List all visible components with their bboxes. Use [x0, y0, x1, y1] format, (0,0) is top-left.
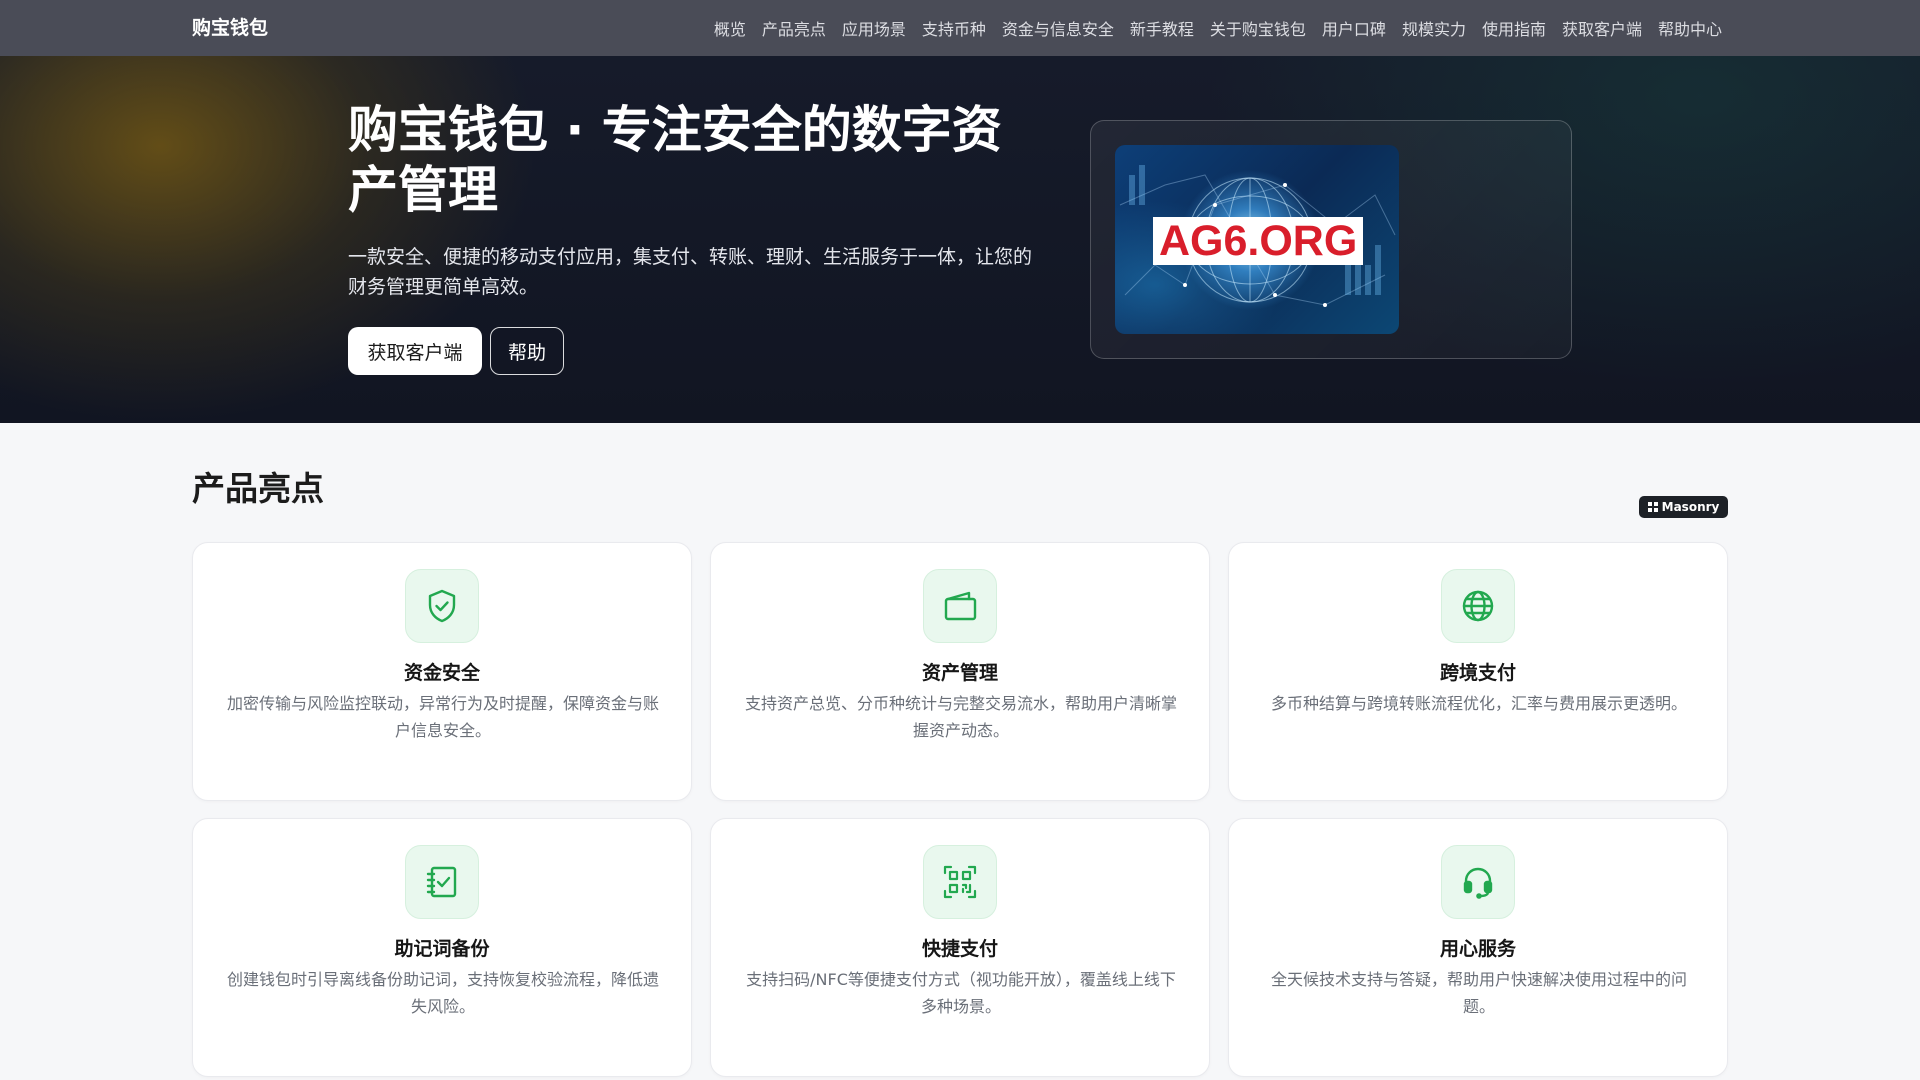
layout-badge: Masonry	[1639, 496, 1728, 518]
feature-card-asset-management[interactable]: 资产管理 支持资产总览、分币种统计与完整交易流水，帮助用户清晰掌握资产动态。	[710, 542, 1210, 801]
get-client-button[interactable]: 获取客户端	[348, 327, 482, 375]
card-description: 全天候技术支持与答疑，帮助用户快速解决使用过程中的问题。	[1270, 970, 1687, 1016]
headset-icon	[1441, 845, 1515, 919]
card-title: 快捷支付	[921, 938, 998, 960]
card-description: 支持资产总览、分币种统计与完整交易流水，帮助用户清晰掌握资产动态。	[744, 694, 1177, 740]
nav-link-scenarios[interactable]: 应用场景	[842, 16, 906, 40]
nav-link-security[interactable]: 资金与信息安全	[1002, 16, 1114, 40]
hero-subtitle: 一款安全、便捷的移动支付应用，集支付、转账、理财、生活服务于一体，让您的财务管理…	[348, 246, 1033, 298]
nav-link-tutorial[interactable]: 新手教程	[1130, 16, 1194, 40]
card-title: 助记词备份	[394, 938, 490, 960]
card-description: 创建钱包时引导离线备份助记词，支持恢复校验流程，降低遗失风险。	[226, 970, 659, 1016]
card-title: 资产管理	[921, 662, 998, 684]
brand-logo-text[interactable]: 购宝钱包	[192, 0, 268, 56]
grid-icon	[1647, 502, 1658, 512]
card-title: 用心服务	[1439, 938, 1516, 960]
feature-card-cross-border[interactable]: 跨境支付 多币种结算与跨境转账流程优化，汇率与费用展示更透明。	[1228, 542, 1728, 801]
qr-code-icon	[923, 845, 997, 919]
feature-card-mnemonic-backup[interactable]: 助记词备份 创建钱包时引导离线备份助记词，支持恢复校验流程，降低遗失风险。	[192, 818, 692, 1077]
section-title-highlights: 产品亮点	[192, 469, 324, 508]
layout-badge-label: Masonry	[1661, 500, 1720, 514]
card-description: 支持扫码/NFC等便捷支付方式（视功能开放），覆盖线上线下多种场景。	[746, 970, 1176, 1016]
feature-card-support[interactable]: 用心服务 全天候技术支持与答疑，帮助用户快速解决使用过程中的问题。	[1228, 818, 1728, 1077]
card-description: 多币种结算与跨境转账流程优化，汇率与费用展示更透明。	[1270, 694, 1687, 713]
card-description: 加密传输与风险监控联动，异常行为及时提醒，保障资金与账户信息安全。	[226, 694, 659, 740]
nav-link-reviews[interactable]: 用户口碑	[1322, 16, 1386, 40]
help-button[interactable]: 帮助	[490, 327, 564, 375]
hero-globe-image: AG6.ORG	[1115, 145, 1399, 334]
card-title: 资金安全	[403, 662, 480, 684]
nav-link-overview[interactable]: 概览	[714, 16, 746, 40]
nav-link-currencies[interactable]: 支持币种	[922, 16, 986, 40]
hero-section: 购宝钱包 · 专注安全的数字资产管理 一款安全、便捷的移动支付应用，集支付、转账…	[0, 56, 1920, 423]
nav-link-about[interactable]: 关于购宝钱包	[1210, 16, 1306, 40]
feature-card-fund-security[interactable]: 资金安全 加密传输与风险监控联动，异常行为及时提醒，保障资金与账户信息安全。	[192, 542, 692, 801]
hero-media-card: AG6.ORG	[1090, 120, 1572, 359]
top-navbar: 购宝钱包 概览 产品亮点 应用场景 支持币种 资金与信息安全 新手教程 关于购宝…	[0, 0, 1920, 56]
hero-title: 购宝钱包 · 专注安全的数字资产管理	[348, 101, 1002, 219]
feature-card-quick-pay[interactable]: 快捷支付 支持扫码/NFC等便捷支付方式（视功能开放），覆盖线上线下多种场景。	[710, 818, 1210, 1077]
nav-link-scale[interactable]: 规模实力	[1402, 16, 1466, 40]
nav-link-download[interactable]: 获取客户端	[1562, 16, 1642, 40]
nav-link-guide[interactable]: 使用指南	[1482, 16, 1546, 40]
image-watermark-label: AG6.ORG	[1153, 217, 1364, 265]
globe-icon	[1441, 569, 1515, 643]
card-title: 跨境支付	[1439, 662, 1516, 684]
nav-link-highlights[interactable]: 产品亮点	[762, 16, 826, 40]
wallet-icon	[923, 569, 997, 643]
notebook-check-icon	[405, 845, 479, 919]
shield-check-icon	[405, 569, 479, 643]
nav-links: 概览 产品亮点 应用场景 支持币种 资金与信息安全 新手教程 关于购宝钱包 用户…	[714, 0, 1722, 56]
nav-link-help[interactable]: 帮助中心	[1658, 16, 1722, 40]
